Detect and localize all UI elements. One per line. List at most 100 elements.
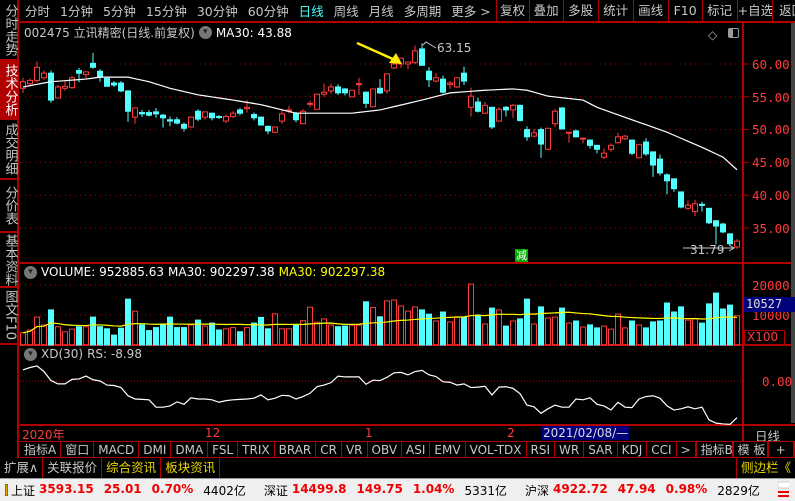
indicator-tab[interactable]: WR [555, 442, 585, 457]
volume-bar [62, 331, 68, 346]
indicator-tab[interactable]: ASI [402, 442, 431, 457]
volume-bar [727, 304, 733, 346]
volume-bar [412, 306, 418, 346]
reduce-signal-badge: 减 [515, 249, 528, 262]
indicator-tab[interactable]: EMV [430, 442, 466, 457]
indicator-tab[interactable]: KDJ [618, 442, 648, 457]
volume-bar [146, 330, 152, 346]
volume-bar [552, 316, 558, 346]
candle-body [545, 127, 551, 150]
indicator-tab[interactable]: OBV [368, 442, 403, 457]
volume-bar [384, 300, 390, 346]
indicator-tab[interactable]: > [677, 442, 696, 457]
indicator-tab[interactable]: VOL-TDX [466, 442, 527, 457]
index-change: 47.94 [617, 481, 656, 496]
indicator-tab[interactable]: 指标A [20, 442, 62, 457]
candle-body [349, 89, 355, 98]
volume-bar [587, 324, 593, 346]
candle-body [489, 106, 495, 128]
indicator-tab[interactable]: TRIX [238, 442, 275, 457]
bottom-tab-bar: 扩展∧ 关联报价 综合资讯 板块资讯 侧边栏《 [0, 458, 795, 478]
indicator-control[interactable]: 模 板 [732, 442, 768, 457]
volume-bar [475, 314, 481, 346]
yellow-arrow-icon [356, 41, 396, 62]
indicator-tab[interactable]: MACD [94, 442, 140, 457]
volume-bar [643, 327, 649, 346]
index-change: 149.75 [356, 481, 403, 496]
index-name[interactable]: 沪深 [525, 482, 549, 499]
bottom-tab[interactable]: 关联报价 [43, 458, 103, 478]
indicator-tab[interactable]: SAR [584, 442, 618, 457]
candle-body [510, 104, 516, 111]
market-icon[interactable] [5, 484, 9, 496]
candle-body [132, 107, 138, 118]
candle-body [636, 144, 642, 159]
high-marker-line [422, 41, 437, 49]
volume-bar [657, 320, 663, 346]
volume-bar [559, 307, 565, 346]
index-price: 14499.8 [291, 481, 347, 496]
indicator-tab[interactable]: DMI [139, 442, 172, 457]
volume-bar [419, 309, 425, 346]
indicator-control[interactable]: 指标B [695, 442, 733, 457]
index-amount: 2829亿 [717, 483, 760, 498]
candle-body [174, 119, 180, 124]
indicator-tab[interactable]: 窗口 [61, 442, 95, 457]
bottom-tab[interactable]: 扩展∧ [0, 458, 44, 478]
indicator-tab[interactable]: DMA [171, 442, 209, 457]
candle-body [34, 66, 40, 81]
volume-bar [405, 310, 411, 346]
candle-body [706, 207, 712, 224]
volume-bar [244, 327, 250, 346]
candle-body [594, 144, 600, 150]
volume-bar [76, 326, 82, 346]
indicator-tab[interactable]: CCI [647, 442, 677, 457]
index-name[interactable]: 深证 [264, 482, 288, 499]
candle-body [419, 48, 425, 66]
index-name[interactable]: 上证 [11, 482, 35, 499]
volume-bar [706, 303, 712, 346]
volume-bar [202, 325, 208, 346]
volume-bar [41, 324, 47, 346]
index-amount: 4402亿 [203, 483, 246, 498]
candle-body [55, 86, 61, 99]
volume-bar [356, 324, 362, 346]
volume-bar [230, 327, 236, 346]
indicator-tab[interactable]: RSI [527, 442, 556, 457]
volume-bar [132, 310, 138, 346]
candle-body [538, 129, 544, 145]
indicator-tab[interactable]: VR [342, 442, 368, 457]
volume-bar [678, 306, 684, 346]
volume-bar [461, 316, 467, 346]
candle-body [307, 102, 313, 105]
candle-body [566, 131, 572, 134]
sidebar-toggle-button[interactable]: 侧边栏《 [735, 458, 795, 478]
candle-body [139, 112, 145, 115]
volume-bar [594, 327, 600, 346]
market-breadth-indicator [777, 481, 789, 497]
candle-body [713, 220, 719, 227]
candle-body [678, 191, 684, 208]
candle-body [468, 95, 474, 108]
candle-body [62, 85, 68, 89]
bottom-tab[interactable]: 板块资讯 [161, 458, 221, 478]
indicator-tab[interactable]: BRAR [275, 442, 317, 457]
candle-body [90, 62, 96, 68]
bottom-tab[interactable]: 综合资讯 [102, 458, 162, 478]
indicator-control[interactable]: + [767, 442, 794, 457]
indicator-tab[interactable]: FSL [208, 442, 239, 457]
volume-bar [503, 325, 509, 346]
candle-body [447, 82, 453, 85]
volume-bar [258, 316, 264, 346]
volume-bar [265, 328, 271, 346]
date-label: 1 [365, 426, 373, 440]
volume-bar [97, 326, 103, 346]
volume-bar [398, 305, 404, 346]
volume-bar [391, 299, 397, 346]
candle-body [48, 72, 54, 101]
candle-body [342, 88, 348, 94]
candle-body [328, 86, 334, 92]
volume-bar [482, 323, 488, 346]
indicator-tab[interactable]: CR [316, 442, 342, 457]
candle-body [104, 77, 110, 87]
